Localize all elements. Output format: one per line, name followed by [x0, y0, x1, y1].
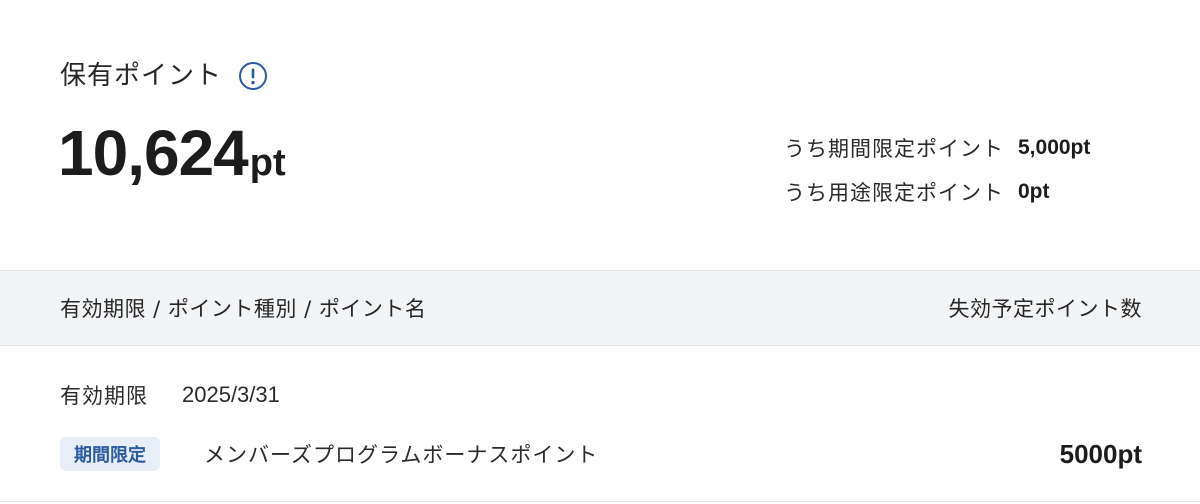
table-header-right: 失効予定ポイント数: [948, 297, 1142, 321]
total-points-unit: pt: [249, 142, 286, 184]
table-row: 有効期限 2025/3/31 期間限定 メンバーズプログラムボーナスポイント 5…: [0, 346, 1200, 502]
breakdown-value: 0pt: [1018, 180, 1050, 203]
breakdown-value: 5,000pt: [1018, 136, 1091, 159]
summary-title-row: 保有ポイント: [60, 56, 268, 96]
table-header: 有効期限 / ポイント種別 / ポイント名 失効予定ポイント数: [0, 270, 1200, 346]
total-points: 10,624 pt: [58, 118, 286, 188]
breakdown-limited-use: うち用途限定ポイント 0pt: [784, 170, 1144, 214]
points-summary: 保有ポイント 10,624 pt うち期間限定ポイント 5,000pt うち用途…: [0, 0, 1200, 270]
expiry-line: 有効期限 2025/3/31: [60, 380, 280, 410]
point-type-badge: 期間限定: [60, 437, 160, 471]
table-header-left: 有効期限 / ポイント種別 / ポイント名: [60, 297, 427, 321]
points-page: 保有ポイント 10,624 pt うち期間限定ポイント 5,000pt うち用途…: [0, 0, 1200, 504]
points-breakdown: うち期間限定ポイント 5,000pt うち用途限定ポイント 0pt: [784, 126, 1144, 214]
expiry-date: 2025/3/31: [182, 382, 280, 407]
expiring-points-amount: 5000pt: [1059, 438, 1142, 469]
breakdown-label: うち用途限定ポイント: [784, 181, 1004, 205]
info-circle-icon[interactable]: [238, 61, 268, 91]
point-name: メンバーズプログラムボーナスポイント: [204, 443, 599, 467]
total-points-value: 10,624: [58, 117, 249, 189]
expiry-label: 有効期限: [60, 384, 148, 408]
summary-title: 保有ポイント: [60, 61, 223, 91]
breakdown-label: うち期間限定ポイント: [784, 137, 1004, 161]
breakdown-limited-period: うち期間限定ポイント 5,000pt: [784, 126, 1144, 170]
point-line: 期間限定 メンバーズプログラムボーナスポイント 5000pt: [60, 436, 1142, 472]
